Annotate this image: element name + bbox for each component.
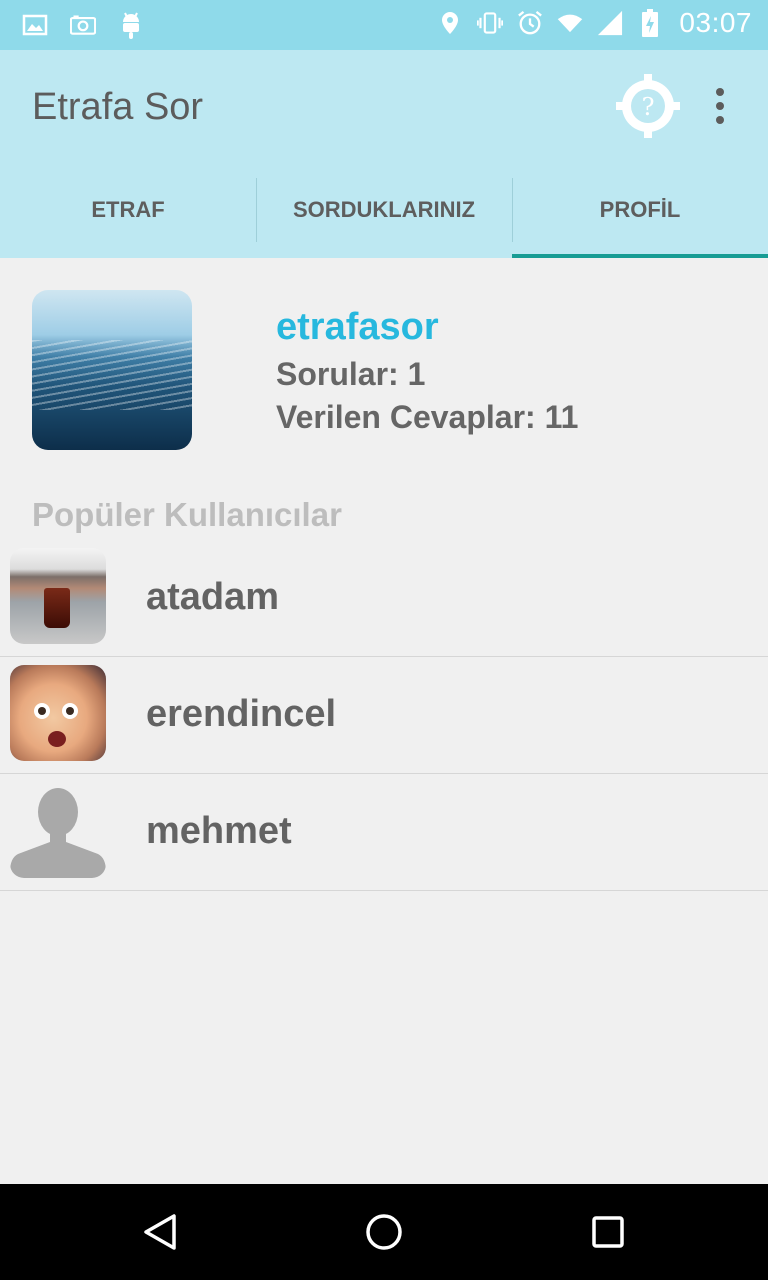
profile-avatar[interactable] <box>32 290 192 450</box>
app-bar: Etrafa Sor ? <box>0 50 768 162</box>
svg-text:?: ? <box>642 93 655 121</box>
profile-questions-count: Sorular: 1 <box>276 356 426 392</box>
back-icon[interactable] <box>136 1208 184 1256</box>
camera-notification-icon <box>70 8 96 42</box>
wifi-icon <box>557 6 583 40</box>
profile-answers-count: Verilen Cevaplar: 11 <box>276 399 579 435</box>
status-time: 03:07 <box>679 7 752 38</box>
help-target-icon[interactable]: ? <box>614 72 682 140</box>
popular-users-list: atadam erendincel mehmet <box>0 540 768 891</box>
tab-profil[interactable]: PROFİL <box>512 162 768 258</box>
vibrate-icon <box>477 6 504 40</box>
user-name: mehmet <box>146 810 292 852</box>
profile-username: etrafasor <box>276 306 439 348</box>
battery-charging-icon <box>637 6 663 40</box>
signal-icon <box>597 6 623 40</box>
android-notification-icon <box>118 8 144 42</box>
system-nav-bar <box>0 1184 768 1280</box>
overflow-menu-icon[interactable] <box>705 82 735 130</box>
tab-sorduklariniz[interactable]: SORDUKLARINIZ <box>256 162 512 258</box>
tab-etraf[interactable]: ETRAF <box>0 162 256 258</box>
home-icon[interactable] <box>360 1208 408 1256</box>
tab-bar: ETRAF SORDUKLARINIZ PROFİL <box>0 162 768 258</box>
image-notification-icon <box>22 8 48 42</box>
default-avatar-icon <box>10 782 106 878</box>
list-item[interactable]: mehmet <box>0 774 768 891</box>
user-name: atadam <box>146 576 280 618</box>
status-bar: 03:07 <box>0 0 768 50</box>
avatar <box>10 665 106 761</box>
app-title: Etrafa Sor <box>32 86 204 128</box>
location-icon <box>437 6 463 40</box>
user-name: erendincel <box>146 693 337 735</box>
list-item[interactable]: erendincel <box>0 657 768 774</box>
list-item[interactable]: atadam <box>0 540 768 657</box>
alarm-icon <box>517 6 543 40</box>
avatar <box>10 548 106 644</box>
recents-icon[interactable] <box>584 1208 632 1256</box>
popular-users-title: Popüler Kullanıcılar <box>32 496 342 533</box>
